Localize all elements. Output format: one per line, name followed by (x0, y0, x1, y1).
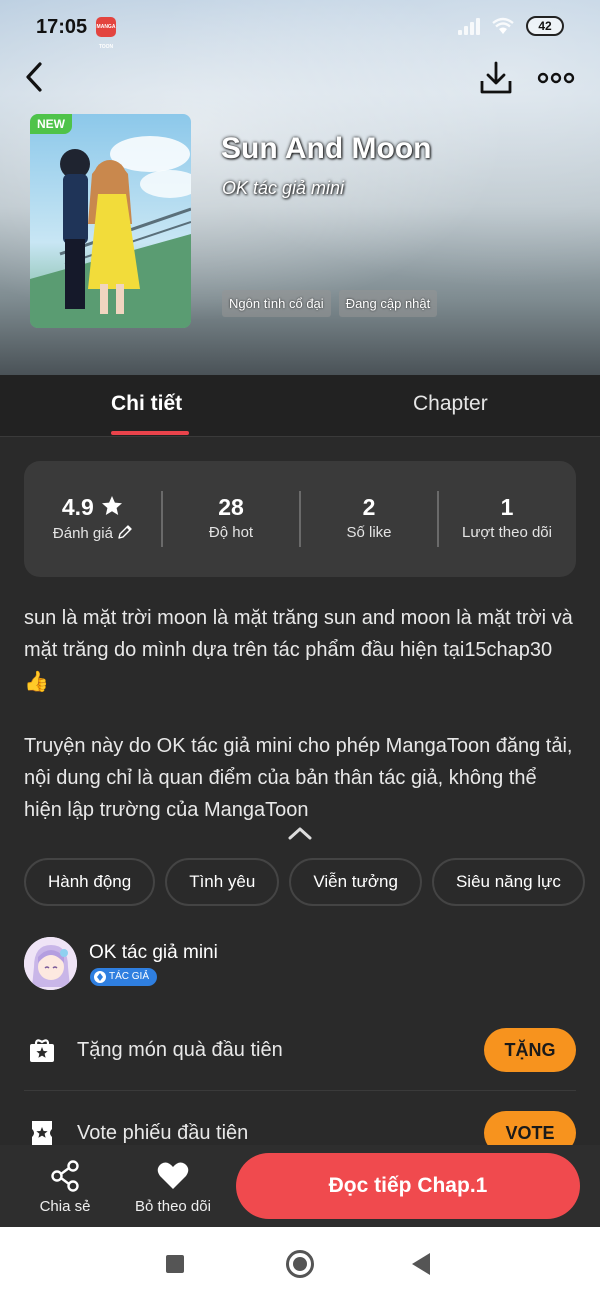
ticket-icon (32, 1121, 52, 1145)
share-icon (51, 1160, 79, 1192)
header-tags: Ngôn tình cổ đại Đang cập nhật (222, 290, 438, 317)
category-list: Hành động Tình yêu Viễn tưởng Siêu năng lực (24, 858, 600, 908)
cover-image[interactable] (30, 114, 191, 328)
star-icon (102, 496, 123, 515)
stat-hot-value: 28 (218, 494, 244, 520)
vote-label: Vote phiếu đầu tiên (77, 1122, 249, 1144)
system-nav-bar (0, 1227, 600, 1300)
stat-hot: 28 Độ hot (162, 493, 300, 541)
comic-title: Sun And Moon (221, 132, 432, 165)
status-bar: 17:05 MANGA TOON 42 (0, 0, 600, 56)
wifi-icon (492, 17, 514, 34)
stat-hot-label: Độ hot (208, 524, 254, 541)
gift-button[interactable]: TẶNG (484, 1028, 576, 1072)
avatar[interactable] (24, 937, 77, 990)
download-icon[interactable] (476, 58, 516, 98)
active-tab-indicator (111, 431, 189, 435)
share-button[interactable]: Chia sẻ (28, 1159, 102, 1215)
author-badge-label: TÁC GIẢ (109, 971, 150, 982)
back-arrow-icon[interactable] (18, 58, 52, 96)
home-icon[interactable] (286, 1250, 314, 1278)
pencil-icon[interactable] (117, 524, 133, 540)
stat-likes: 2 Số like (300, 493, 438, 541)
stat-likes-label: Số like (346, 524, 392, 541)
unfollow-label: Bỏ theo dõi (135, 1198, 211, 1215)
description-summary: sun là mặt trời moon là mặt trăng sun an… (24, 607, 573, 693)
tab-chapter[interactable]: Chapter (413, 392, 488, 416)
continue-reading-button[interactable]: Đọc tiếp Chap.1 (236, 1153, 580, 1219)
stat-followers-label: Lượt theo dõi (462, 524, 552, 541)
battery-icon: 42 (526, 16, 564, 36)
header-hero: 17:05 MANGA TOON 42 NEW Sun And Moon OK … (0, 0, 600, 375)
stat-rating-label: Đánh giá (52, 525, 113, 542)
bottom-action-bar: Chia sẻ Bỏ theo dõi Đọc tiếp Chap.1 (0, 1145, 600, 1227)
description-disclaimer: Truyện này do OK tác giả mini cho phép M… (24, 735, 573, 821)
category-pill[interactable]: Siêu năng lực (431, 858, 585, 906)
comic-author[interactable]: OK tác giả mini (222, 178, 344, 199)
app-notification-icon: MANGA TOON (96, 17, 116, 50)
gift-icon (30, 1039, 54, 1062)
signal-icon (458, 17, 480, 35)
gift-label: Tặng món quà đầu tiên (77, 1039, 283, 1061)
chevron-up-icon[interactable] (286, 822, 314, 844)
new-badge: NEW (30, 114, 72, 134)
author-row[interactable]: OK tác giả mini TÁC GIẢ (24, 937, 576, 991)
tab-details[interactable]: Chi tiết (111, 392, 182, 416)
genre-tag[interactable]: Ngôn tình cổ đại (222, 290, 331, 317)
recent-apps-icon[interactable] (166, 1255, 184, 1273)
gift-row: Tặng món quà đầu tiên TẶNG (24, 1009, 576, 1091)
stats-card: 4.9 Đánh giá 28 Độ hot 2 Số like 1 Lượt … (24, 461, 576, 577)
tab-bar: Chi tiết Chapter (0, 375, 600, 437)
share-label: Chia sẻ (39, 1198, 91, 1215)
stat-followers-value: 1 (500, 494, 514, 520)
stat-followers: 1 Lượt theo dõi (438, 493, 576, 541)
category-pill[interactable]: Viễn tưởng (289, 858, 422, 906)
status-tag: Đang cập nhật (338, 290, 438, 317)
heart-icon (157, 1162, 189, 1189)
author-name[interactable]: OK tác giả mini (89, 942, 218, 964)
unfollow-button[interactable]: Bỏ theo dõi (128, 1159, 218, 1215)
category-pill[interactable]: Tình yêu (165, 858, 280, 906)
stat-rating-value: 4.9 (61, 494, 94, 520)
more-dots-icon[interactable] (536, 62, 576, 94)
diamond-icon (94, 971, 106, 983)
category-pill[interactable]: Hành động (24, 858, 156, 906)
stat-likes-value: 2 (362, 494, 376, 520)
status-time: 17:05 (36, 16, 88, 38)
stat-rating[interactable]: 4.9 Đánh giá (24, 493, 162, 542)
description: sun là mặt trời moon là mặt trăng sun an… (24, 602, 576, 858)
system-back-icon[interactable] (412, 1253, 430, 1275)
author-badge: TÁC GIẢ (90, 968, 158, 986)
